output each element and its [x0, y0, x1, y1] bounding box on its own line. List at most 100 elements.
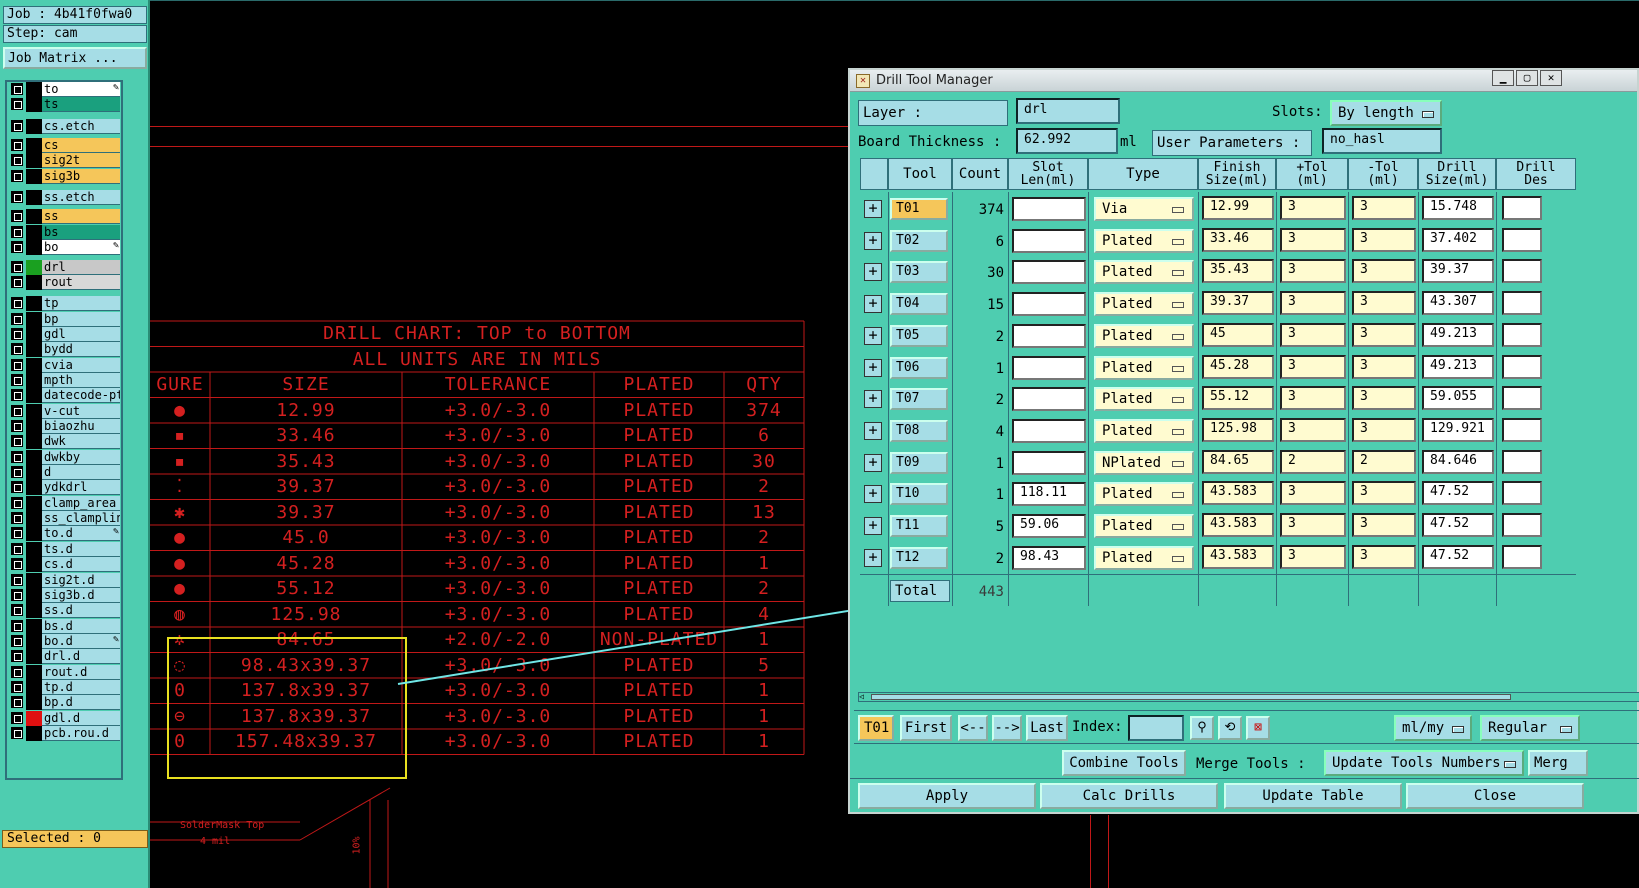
- type-dropdown[interactable]: Plated: [1094, 355, 1194, 380]
- expand-plus-icon[interactable]: +: [864, 231, 882, 250]
- layer-item-cs-etch[interactable]: cs.etch: [9, 118, 121, 134]
- type-dropdown[interactable]: Plated: [1094, 228, 1194, 253]
- layer-checkbox[interactable]: [11, 260, 23, 273]
- layer-item-bo-d[interactable]: bo.d ✎: [9, 633, 121, 649]
- plus-tol-input[interactable]: 3: [1280, 322, 1346, 347]
- tool-name[interactable]: T05: [890, 324, 948, 347]
- drill-size-input[interactable]: 43.307: [1422, 291, 1494, 316]
- slots-dropdown[interactable]: By length: [1330, 100, 1442, 126]
- layer-item-tp-d[interactable]: tp.d: [9, 679, 121, 695]
- minus-tol-input[interactable]: 3: [1352, 481, 1416, 506]
- close-window-button[interactable]: ✕: [1540, 70, 1562, 86]
- layer-item-cs[interactable]: cs: [9, 138, 121, 154]
- drill-size-input[interactable]: 39.37: [1422, 259, 1494, 284]
- layer-checkbox[interactable]: [11, 154, 23, 167]
- drill-des-input[interactable]: [1502, 227, 1542, 252]
- layer-checkbox[interactable]: [11, 435, 23, 448]
- layer-checkbox[interactable]: [11, 358, 23, 371]
- type-dropdown[interactable]: Plated: [1094, 545, 1194, 570]
- drill-des-input[interactable]: [1502, 386, 1542, 411]
- layer-checkbox[interactable]: [11, 225, 23, 238]
- layer-item-datecode-pt[interactable]: datecode-pt: [9, 388, 121, 404]
- layer-checkbox[interactable]: [11, 711, 23, 724]
- drill-size-input[interactable]: 47.52: [1422, 513, 1494, 537]
- type-dropdown[interactable]: Plated: [1094, 323, 1194, 348]
- type-dropdown[interactable]: NPlated: [1094, 450, 1194, 475]
- layer-item-tp[interactable]: tp: [9, 296, 121, 312]
- plus-tol-input[interactable]: 3: [1280, 196, 1346, 220]
- slot-length-input[interactable]: [1012, 323, 1086, 348]
- drill-size-input[interactable]: 129.921: [1422, 417, 1494, 442]
- tool-name[interactable]: T12: [890, 546, 948, 569]
- layer-item-clamp-area[interactable]: clamp_area: [9, 495, 121, 511]
- layer-checkbox[interactable]: [11, 527, 23, 540]
- layer-checkbox[interactable]: [11, 275, 23, 288]
- minus-tol-input[interactable]: 2: [1352, 449, 1416, 474]
- layer-item-v-cut[interactable]: v-cut: [9, 403, 121, 419]
- layer-item-ydkdrl[interactable]: ydkdrl: [9, 480, 121, 496]
- slot-length-input[interactable]: [1012, 355, 1086, 380]
- type-dropdown[interactable]: Plated: [1094, 260, 1194, 285]
- layer-checkbox[interactable]: [11, 558, 23, 571]
- layer-item-drl-d[interactable]: drl.d: [9, 649, 121, 665]
- plus-tol-input[interactable]: 3: [1280, 291, 1346, 316]
- layer-checkbox[interactable]: [11, 573, 23, 586]
- layer-item-sig2t[interactable]: sig2t: [9, 153, 121, 169]
- type-dropdown[interactable]: Plated: [1094, 418, 1194, 443]
- slot-length-input[interactable]: [1012, 197, 1086, 221]
- tool-name[interactable]: T06: [890, 356, 948, 379]
- slot-length-input[interactable]: [1012, 418, 1086, 443]
- refresh-icon[interactable]: ⟲: [1218, 716, 1242, 740]
- minimize-button[interactable]: ▁: [1492, 70, 1514, 86]
- expand-plus-icon[interactable]: +: [864, 263, 882, 282]
- drill-size-input[interactable]: 59.055: [1422, 386, 1494, 411]
- finish-size-input[interactable]: 35.43: [1202, 259, 1274, 284]
- drill-size-input[interactable]: 15.748: [1422, 196, 1494, 220]
- plus-tol-input[interactable]: 3: [1280, 481, 1346, 506]
- minus-tol-input[interactable]: 3: [1352, 227, 1416, 252]
- layer-item-dwk[interactable]: dwk: [9, 434, 121, 450]
- expand-plus-icon[interactable]: +: [864, 200, 882, 218]
- layer-checkbox[interactable]: [11, 588, 23, 601]
- plus-tol-input[interactable]: 3: [1280, 354, 1346, 379]
- scroll-left-icon[interactable]: ◁: [859, 693, 869, 701]
- layer-checkbox[interactable]: [11, 481, 23, 494]
- minus-tol-input[interactable]: 3: [1352, 291, 1416, 316]
- tool-name[interactable]: T03: [890, 261, 948, 284]
- type-dropdown[interactable]: Plated: [1094, 387, 1194, 412]
- scrollbar-thumb[interactable]: [871, 694, 1511, 700]
- drill-des-input[interactable]: [1502, 544, 1542, 569]
- layer-item-pcb-rou-d[interactable]: pcb.rou.d: [9, 726, 121, 741]
- job-matrix-button[interactable]: Job Matrix ...: [3, 47, 147, 69]
- update-tools-numbers-dropdown[interactable]: Update Tools Numbers: [1324, 750, 1524, 776]
- layer-item-sig2t-d[interactable]: sig2t.d: [9, 572, 121, 588]
- tool-name[interactable]: T04: [890, 293, 948, 316]
- layer-checkbox[interactable]: [11, 634, 23, 647]
- finish-size-input[interactable]: 43.583: [1202, 481, 1274, 506]
- layer-checkbox[interactable]: [11, 696, 23, 709]
- layer-checkbox[interactable]: [11, 680, 23, 693]
- horizontal-scrollbar[interactable]: ◁: [858, 692, 1639, 702]
- next-button[interactable]: -->: [992, 715, 1022, 741]
- layer-item-d[interactable]: d: [9, 465, 121, 481]
- slot-length-input[interactable]: [1012, 228, 1086, 253]
- layer-checkbox[interactable]: [11, 210, 23, 223]
- user-parameters-input[interactable]: no_hasl: [1322, 128, 1442, 154]
- layer-checkbox[interactable]: [11, 119, 23, 132]
- layer-item-drl[interactable]: drl: [9, 259, 121, 275]
- apply-button[interactable]: Apply: [858, 783, 1036, 809]
- layer-item-rout-d[interactable]: rout.d: [9, 664, 121, 680]
- layer-checkbox[interactable]: [11, 650, 23, 663]
- tool-name[interactable]: T01: [890, 198, 948, 220]
- expand-plus-icon[interactable]: +: [864, 390, 882, 409]
- plus-tol-input[interactable]: 3: [1280, 417, 1346, 442]
- layer-input[interactable]: drl: [1016, 98, 1120, 124]
- drill-des-input[interactable]: [1502, 513, 1542, 537]
- layer-checkbox[interactable]: [11, 496, 23, 509]
- slot-length-input[interactable]: 59.06: [1012, 514, 1086, 538]
- minus-tol-input[interactable]: 3: [1352, 259, 1416, 284]
- drill-des-input[interactable]: [1502, 291, 1542, 316]
- tool-name[interactable]: T11: [890, 515, 948, 537]
- layer-item-rout[interactable]: rout: [9, 274, 121, 290]
- prev-button[interactable]: <--: [958, 715, 988, 741]
